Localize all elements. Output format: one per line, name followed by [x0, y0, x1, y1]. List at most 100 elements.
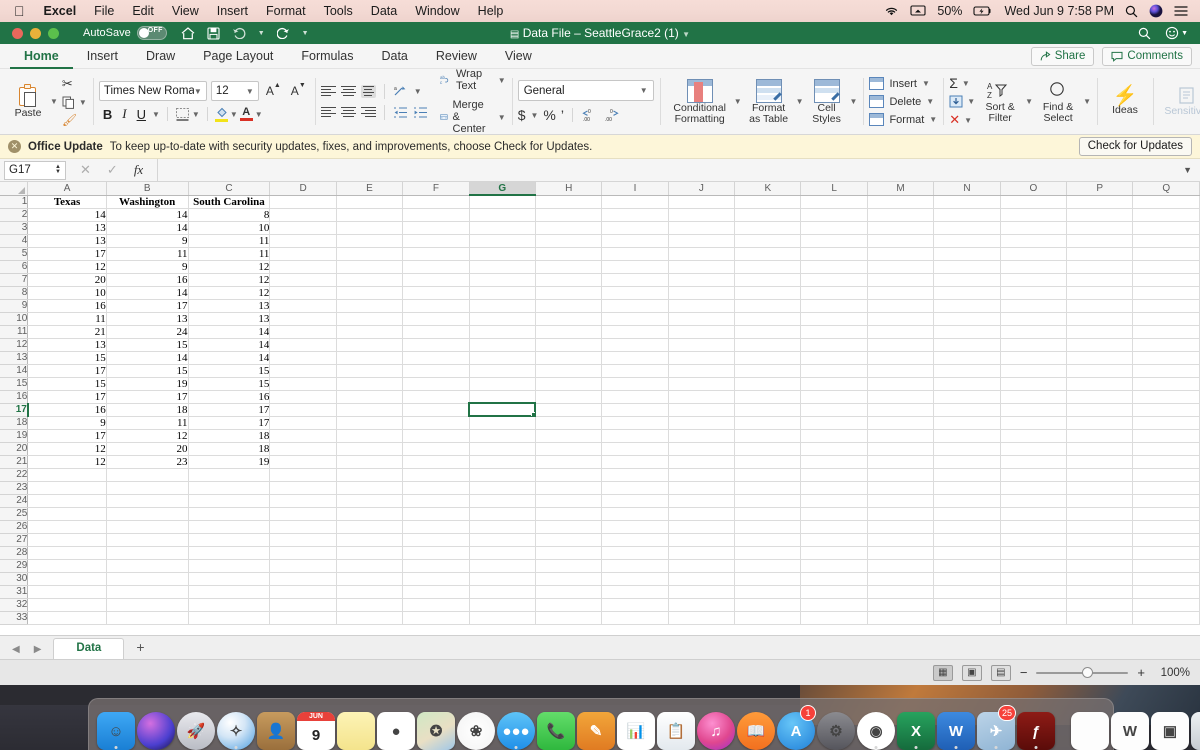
- cell-N5[interactable]: [933, 247, 1001, 261]
- cell-G15[interactable]: [469, 377, 536, 391]
- cell-Q13[interactable]: [1132, 351, 1200, 365]
- cell-O10[interactable]: [1000, 312, 1068, 326]
- cell-F8[interactable]: [402, 286, 470, 300]
- cell-C26[interactable]: [188, 520, 271, 534]
- cell-A11[interactable]: 21: [27, 325, 107, 339]
- cell-I23[interactable]: [601, 481, 669, 495]
- row-header-20[interactable]: 20: [0, 442, 29, 456]
- cell-O2[interactable]: [1000, 208, 1068, 222]
- cell-O18[interactable]: [1000, 416, 1068, 430]
- cell-I5[interactable]: [601, 247, 669, 261]
- cell-I33[interactable]: [601, 611, 669, 625]
- copy-dropdown-caret[interactable]: ▼: [79, 98, 87, 107]
- cell-N30[interactable]: [933, 572, 1001, 586]
- cell-E10[interactable]: [336, 312, 404, 326]
- cell-O27[interactable]: [1000, 533, 1068, 547]
- cell-Q27[interactable]: [1132, 533, 1200, 547]
- cell-L31[interactable]: [800, 585, 868, 599]
- cell-B4[interactable]: 9: [106, 234, 189, 248]
- cell-G19[interactable]: [469, 429, 536, 443]
- cell-F21[interactable]: [402, 455, 470, 469]
- cell-H23[interactable]: [535, 481, 603, 495]
- cell-B7[interactable]: 16: [106, 273, 189, 287]
- cell-N11[interactable]: [933, 325, 1001, 339]
- cell-E28[interactable]: [336, 546, 404, 560]
- align-bottom-button[interactable]: [360, 84, 376, 98]
- cell-M8[interactable]: [867, 286, 935, 300]
- add-sheet-button[interactable]: +: [124, 637, 156, 659]
- cell-A19[interactable]: 17: [27, 429, 107, 443]
- cell-styles-dropdown-caret[interactable]: ▼: [850, 97, 858, 106]
- cell-J28[interactable]: [668, 546, 736, 560]
- menu-item-tools[interactable]: Tools: [315, 0, 362, 22]
- cell-K19[interactable]: [734, 429, 802, 443]
- cell-K13[interactable]: [734, 351, 802, 365]
- cell-P24[interactable]: [1066, 494, 1134, 508]
- cell-P32[interactable]: [1066, 598, 1134, 612]
- cell-L30[interactable]: [800, 572, 868, 586]
- cell-A15[interactable]: 15: [27, 377, 107, 391]
- cell-H12[interactable]: [535, 338, 603, 352]
- cell-E11[interactable]: [336, 325, 404, 339]
- row-header-3[interactable]: 3: [0, 221, 29, 235]
- cell-D10[interactable]: [269, 312, 337, 326]
- cell-F12[interactable]: [402, 338, 470, 352]
- cell-H18[interactable]: [535, 416, 603, 430]
- font-color-dropdown-caret[interactable]: ▼: [255, 110, 263, 119]
- dock-item-numbers[interactable]: 📊: [617, 706, 655, 750]
- font-color-button[interactable]: A: [239, 107, 253, 121]
- cell-K5[interactable]: [734, 247, 802, 261]
- dock-item-ibooks[interactable]: 📖: [737, 706, 775, 750]
- cell-J24[interactable]: [668, 494, 736, 508]
- spotlight-search-icon[interactable]: [1125, 5, 1138, 18]
- cell-B27[interactable]: [106, 533, 189, 547]
- apple-icon[interactable]: : [14, 4, 25, 18]
- cell-B31[interactable]: [106, 585, 189, 599]
- comma-style-button[interactable]: ’: [561, 107, 564, 123]
- cell-Q29[interactable]: [1132, 559, 1200, 573]
- cell-P7[interactable]: [1066, 273, 1134, 287]
- cell-C10[interactable]: 13: [188, 312, 271, 326]
- cell-H20[interactable]: [535, 442, 603, 456]
- number-format-select[interactable]: General ▼: [517, 80, 654, 101]
- cell-L29[interactable]: [800, 559, 868, 573]
- dock-item-notes[interactable]: [337, 706, 375, 750]
- cell-F17[interactable]: [402, 403, 470, 417]
- cell-H15[interactable]: [535, 377, 603, 391]
- cell-G18[interactable]: [469, 416, 536, 430]
- cell-F2[interactable]: [402, 208, 470, 222]
- cell-C7[interactable]: 12: [188, 273, 271, 287]
- cell-I16[interactable]: [601, 390, 669, 404]
- name-box[interactable]: G17 ▲ ▼: [4, 160, 66, 180]
- cell-E19[interactable]: [336, 429, 404, 443]
- cell-Q2[interactable]: [1132, 208, 1200, 222]
- cell-I15[interactable]: [601, 377, 669, 391]
- cell-N22[interactable]: [933, 468, 1001, 482]
- dock-item-calendar[interactable]: JUN 9: [297, 706, 335, 750]
- cell-O23[interactable]: [1000, 481, 1068, 495]
- cell-G11[interactable]: [469, 325, 536, 339]
- cell-M13[interactable]: [867, 351, 935, 365]
- enter-icon[interactable]: ✓: [107, 162, 118, 178]
- cell-H19[interactable]: [535, 429, 603, 443]
- cell-P12[interactable]: [1066, 338, 1134, 352]
- cell-A10[interactable]: 11: [27, 312, 107, 326]
- cell-P8[interactable]: [1066, 286, 1134, 300]
- cell-A5[interactable]: 17: [27, 247, 107, 261]
- cell-Q20[interactable]: [1132, 442, 1200, 456]
- align-center-button[interactable]: [340, 106, 356, 119]
- decrease-font-size-button[interactable]: A▼: [288, 82, 309, 98]
- cell-D27[interactable]: [269, 533, 337, 547]
- text-orientation-icon[interactable]: a: [393, 84, 409, 98]
- cell-A3[interactable]: 13: [27, 221, 107, 235]
- cell-P5[interactable]: [1066, 247, 1134, 261]
- format-dropdown-caret[interactable]: ▼: [929, 115, 937, 124]
- fill-color-dropdown-caret[interactable]: ▼: [230, 110, 238, 119]
- cell-A17[interactable]: 16: [27, 403, 107, 417]
- cell-K17[interactable]: [734, 403, 802, 417]
- cell-F19[interactable]: [402, 429, 470, 443]
- cell-D4[interactable]: [269, 234, 337, 248]
- cell-I12[interactable]: [601, 338, 669, 352]
- cell-C25[interactable]: [188, 507, 271, 521]
- cell-H8[interactable]: [535, 286, 603, 300]
